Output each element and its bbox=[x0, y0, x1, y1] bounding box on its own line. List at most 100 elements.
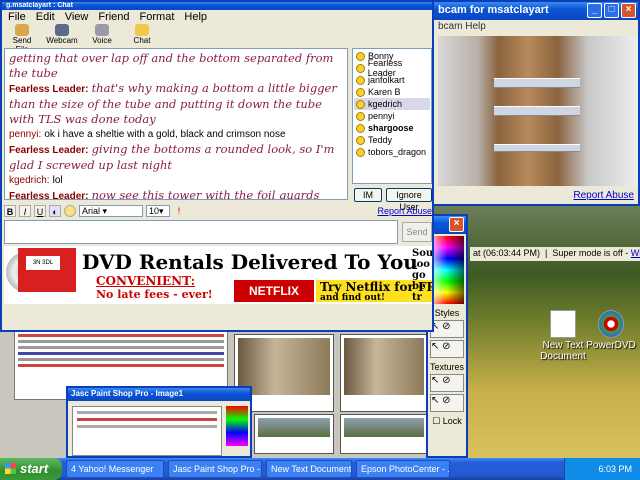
menu-view[interactable]: View bbox=[65, 11, 89, 23]
webcam-titlebar[interactable]: bcam for msatclayart _ □ × bbox=[434, 2, 638, 20]
whats-this-link[interactable]: What's this? bbox=[631, 248, 640, 258]
chat-message: Fearless Leader: now see this tower with… bbox=[9, 188, 343, 200]
chat-log[interactable]: getting that over lap off and the bottom… bbox=[4, 48, 348, 200]
webcam-button[interactable]: Webcam bbox=[46, 24, 78, 48]
voice-button[interactable]: Voice bbox=[86, 24, 118, 48]
bold-button[interactable]: B bbox=[4, 205, 16, 217]
menu-edit[interactable]: Edit bbox=[36, 11, 55, 23]
send-button[interactable]: Send bbox=[402, 222, 432, 242]
ad-side-line: be tr bbox=[412, 281, 426, 303]
menu-friend[interactable]: Friend bbox=[98, 11, 129, 23]
microphone-icon bbox=[95, 24, 109, 36]
user-list-item[interactable]: pennyi bbox=[354, 110, 430, 122]
user-list-item[interactable]: Karen B bbox=[354, 86, 430, 98]
message-sender: kgedrich: bbox=[9, 175, 50, 186]
user-smiley-icon bbox=[356, 51, 365, 61]
user-smiley-icon bbox=[356, 99, 365, 109]
task-yahoo-messenger[interactable]: 4 Yahoo! Messenger bbox=[66, 460, 164, 478]
webcam-menu[interactable]: bcam Help bbox=[434, 20, 638, 34]
ignore-user-button[interactable]: Ignore User bbox=[386, 188, 432, 212]
menu-help[interactable]: Help bbox=[184, 11, 207, 23]
start-button[interactable]: start bbox=[0, 458, 62, 480]
texture-swatch[interactable]: ↖ ⊘ bbox=[430, 394, 464, 412]
user-name: tobors_dragon bbox=[368, 147, 427, 157]
font-select-value: Arial bbox=[82, 206, 101, 216]
chat-message: Fearless Leader: giving the bottoms a ro… bbox=[9, 142, 343, 173]
desktop-icon-powerdvd[interactable]: PowerDVD bbox=[576, 310, 640, 351]
task-new-text-document[interactable]: New Text Document -... bbox=[266, 460, 352, 478]
window-title: bcam for msatclayart bbox=[438, 4, 549, 16]
report-abuse-link[interactable]: Report Abuse bbox=[573, 190, 634, 201]
image-thumbnail[interactable] bbox=[254, 414, 334, 454]
user-smiley-icon bbox=[356, 147, 365, 157]
message-text: getting that over lap off and the bottom… bbox=[9, 51, 334, 80]
message-sender: Fearless Leader: bbox=[9, 84, 89, 95]
user-list-item[interactable]: shargoose bbox=[354, 122, 430, 134]
color-palette[interactable] bbox=[226, 406, 248, 446]
task-paint-shop-pro[interactable]: Jasc Paint Shop Pro - ... bbox=[168, 460, 262, 478]
menu-format[interactable]: Format bbox=[140, 11, 175, 23]
chat-window[interactable]: g.msatclayart : Chat File Edit View Frie… bbox=[0, 0, 434, 332]
desktop-icon-label: PowerDVD bbox=[586, 340, 636, 351]
netflix-banner-ad[interactable]: 3N 3DL DVD Rentals Delivered To You CONV… bbox=[4, 246, 432, 304]
clock[interactable]: 6:03 PM bbox=[598, 464, 632, 474]
tool-label: Voice bbox=[92, 36, 112, 45]
user-smiley-icon bbox=[356, 135, 365, 145]
system-tray: 6:03 PM bbox=[564, 458, 640, 480]
style-swatch[interactable]: ↖ ⊘ bbox=[430, 340, 464, 358]
paint-shop-pro-window-small[interactable]: Jasc Paint Shop Pro - Image1 bbox=[66, 386, 252, 458]
webcam-video bbox=[438, 36, 638, 186]
minimize-button[interactable]: _ bbox=[587, 3, 602, 18]
font-select[interactable]: Arial ▾ bbox=[79, 205, 143, 217]
super-mode-text: Super mode is off - bbox=[552, 248, 629, 258]
ad-no-late-fees: No late fees - ever! bbox=[96, 288, 213, 301]
lock-label: Lock bbox=[442, 416, 462, 426]
message-sender: pennyi: bbox=[9, 129, 42, 140]
document-canvas[interactable] bbox=[72, 406, 222, 456]
user-list[interactable]: Bonny Fearless Leader janfolkart Karen B… bbox=[352, 48, 432, 184]
emoticon-icon[interactable] bbox=[64, 205, 76, 217]
texture-swatch[interactable]: ↖ ⊘ bbox=[430, 374, 464, 392]
user-list-item-selected[interactable]: kgedrich bbox=[354, 98, 430, 110]
format-toolbar: B I U ◐ Arial ▾ 10▾ ! Report Abuse bbox=[4, 204, 432, 218]
webcam-icon bbox=[55, 24, 69, 36]
user-list-item[interactable]: Fearless Leader bbox=[354, 58, 430, 78]
tool-label: Webcam bbox=[46, 36, 78, 45]
color-button[interactable]: ◐ bbox=[49, 205, 61, 217]
chat-button[interactable]: Chat bbox=[126, 24, 158, 48]
underline-button[interactable]: U bbox=[34, 205, 46, 217]
font-size-value: 10 bbox=[149, 206, 160, 216]
user-name: pennyi bbox=[368, 111, 395, 121]
user-name: Teddy bbox=[368, 135, 393, 145]
send-file-button[interactable]: Send File bbox=[6, 24, 38, 54]
user-smiley-icon bbox=[356, 111, 365, 121]
menu-file[interactable]: File bbox=[8, 11, 26, 23]
image-thumbnail[interactable] bbox=[340, 414, 428, 454]
textures-label: Textures bbox=[429, 362, 464, 372]
webcam-window[interactable]: bcam for msatclayart _ □ × bcam Help Rep… bbox=[432, 0, 640, 206]
color-picker[interactable] bbox=[430, 236, 464, 304]
user-name: kgedrich bbox=[368, 99, 403, 109]
italic-button[interactable]: I bbox=[19, 205, 31, 217]
alert-icon[interactable]: ! bbox=[173, 205, 185, 217]
message-text: lol bbox=[52, 175, 63, 186]
window-title[interactable]: Jasc Paint Shop Pro - Image1 bbox=[68, 388, 250, 401]
user-list-item[interactable]: tobors_dragon bbox=[354, 146, 430, 158]
maximize-button[interactable]: □ bbox=[604, 3, 619, 18]
task-epson-photocenter[interactable]: Epson PhotoCenter - ... bbox=[356, 460, 450, 478]
chat-message: kgedrich: lol bbox=[9, 173, 343, 188]
im-button[interactable]: IM bbox=[354, 188, 382, 202]
lock-checkbox[interactable]: ☐ Lock bbox=[428, 416, 466, 427]
user-list-item[interactable]: Teddy bbox=[354, 134, 430, 146]
user-name: Karen B bbox=[368, 87, 401, 97]
chat-titlebar[interactable]: g.msatclayart : Chat bbox=[2, 2, 432, 10]
report-abuse-link[interactable]: Report Abuse bbox=[377, 206, 432, 216]
image-thumbnail[interactable] bbox=[340, 334, 428, 412]
font-size-select[interactable]: 10▾ bbox=[146, 205, 170, 217]
close-button[interactable]: × bbox=[621, 3, 636, 18]
message-sender: Fearless Leader: bbox=[9, 145, 89, 156]
close-button[interactable]: × bbox=[449, 217, 464, 232]
message-input[interactable] bbox=[4, 220, 398, 244]
message-sender: Fearless Leader: bbox=[9, 191, 89, 200]
style-swatch[interactable]: ↖ ⊘ bbox=[430, 320, 464, 338]
